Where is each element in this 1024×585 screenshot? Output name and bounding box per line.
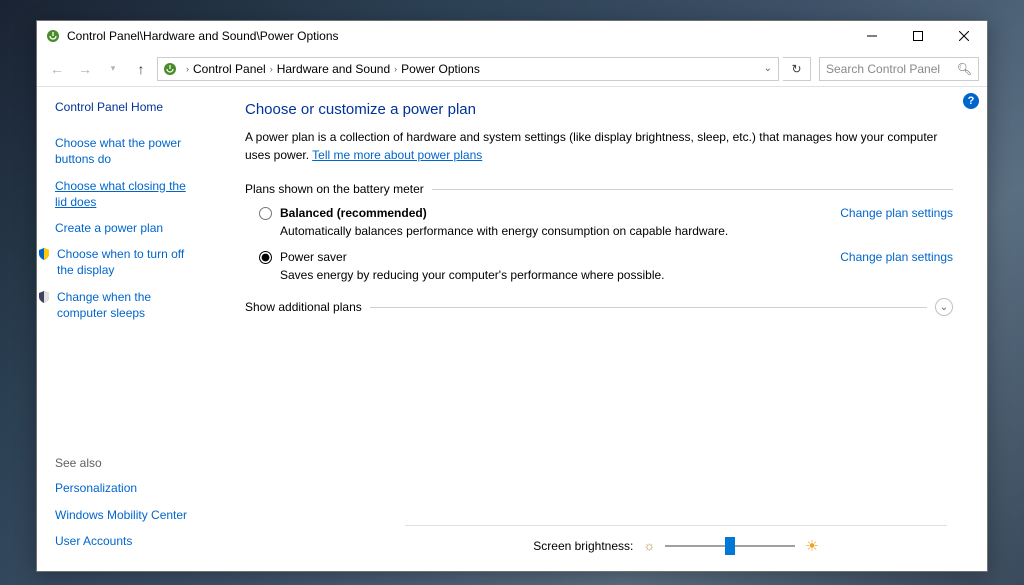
crumb-power-options[interactable]: Power Options [401, 62, 480, 76]
search-input[interactable]: Search Control Panel 🔍︎ [819, 57, 979, 81]
control-panel-window: Control Panel\Hardware and Sound\Power O… [36, 20, 988, 572]
plan-balanced-desc: Automatically balances performance with … [280, 224, 953, 238]
maximize-button[interactable] [895, 21, 941, 51]
shield-icon [37, 290, 51, 304]
sidebar-power-buttons-link[interactable]: Choose what the power buttons do [55, 135, 197, 167]
main-content: Choose or customize a power plan A power… [205, 87, 987, 571]
power-options-icon [45, 28, 61, 44]
divider [432, 189, 953, 190]
see-also-header: See also [55, 456, 197, 470]
brightness-label: Screen brightness: [533, 539, 633, 553]
recent-dropdown[interactable]: ▾ [101, 57, 125, 81]
tell-me-more-link[interactable]: Tell me more about power plans [312, 148, 482, 162]
see-also-section: See also Personalization Windows Mobilit… [55, 456, 197, 559]
back-button[interactable]: ← [45, 57, 69, 81]
forward-button[interactable]: → [73, 57, 97, 81]
brightness-slider[interactable] [665, 537, 795, 555]
sidebar-create-plan-link[interactable]: Create a power plan [55, 220, 197, 236]
see-also-user-accounts[interactable]: User Accounts [55, 533, 197, 549]
minimize-button[interactable] [849, 21, 895, 51]
see-also-mobility-center[interactable]: Windows Mobility Center [55, 507, 197, 523]
brightness-footer: Screen brightness: ☼ ☀ [405, 525, 947, 565]
plan-power-saver: Power saver Change plan settings Saves e… [259, 250, 953, 282]
chevron-right-icon: › [186, 64, 189, 74]
plan-power-saver-desc: Saves energy by reducing your computer's… [280, 268, 953, 282]
plans-section-header: Plans shown on the battery meter [245, 182, 953, 196]
search-placeholder: Search Control Panel [826, 62, 940, 76]
plan-balanced-radio[interactable] [259, 207, 272, 220]
refresh-button[interactable]: ↻ [783, 57, 811, 81]
window-controls [849, 21, 987, 51]
nav-toolbar: ← → ▾ ↑ › Control Panel › Hardware and S… [37, 51, 987, 87]
address-dropdown[interactable]: ⌄ [764, 63, 772, 74]
intro-text: A power plan is a collection of hardware… [245, 128, 953, 164]
sidebar: Control Panel Home Choose what the power… [37, 87, 205, 571]
sidebar-item-label: Change when the computer sleeps [57, 289, 197, 321]
plan-balanced: Balanced (recommended) Change plan setti… [259, 206, 953, 238]
page-heading: Choose or customize a power plan [245, 101, 953, 118]
crumb-hardware-sound[interactable]: Hardware and Sound [277, 62, 390, 76]
sidebar-computer-sleeps-link[interactable]: Change when the computer sleeps [37, 289, 197, 321]
address-bar[interactable]: › Control Panel › Hardware and Sound › P… [157, 57, 779, 81]
plan-balanced-name: Balanced (recommended) [280, 206, 427, 220]
sun-dim-icon: ☼ [643, 538, 655, 553]
chevron-right-icon: › [394, 64, 397, 74]
plan-power-saver-change-link[interactable]: Change plan settings [840, 250, 953, 264]
titlebar: Control Panel\Hardware and Sound\Power O… [37, 21, 987, 51]
additional-plans-label: Show additional plans [245, 300, 362, 314]
sidebar-turn-off-display-link[interactable]: Choose when to turn off the display [37, 246, 197, 278]
divider [370, 307, 927, 308]
window-body: ? Control Panel Home Choose what the pow… [37, 87, 987, 571]
additional-plans-expander[interactable]: Show additional plans ⌄ [245, 298, 953, 316]
plans-header-label: Plans shown on the battery meter [245, 182, 424, 196]
plan-power-saver-name: Power saver [280, 250, 347, 264]
chevron-right-icon: › [270, 64, 273, 74]
plan-balanced-change-link[interactable]: Change plan settings [840, 206, 953, 220]
up-button[interactable]: ↑ [129, 57, 153, 81]
close-button[interactable] [941, 21, 987, 51]
shield-icon [37, 247, 51, 261]
plan-power-saver-radio[interactable] [259, 251, 272, 264]
see-also-personalization[interactable]: Personalization [55, 480, 197, 496]
sun-bright-icon: ☀ [805, 537, 818, 555]
control-panel-home-link[interactable]: Control Panel Home [55, 99, 197, 115]
sidebar-item-label: Choose when to turn off the display [57, 246, 197, 278]
chevron-down-icon: ⌄ [935, 298, 953, 316]
sidebar-closing-lid-link[interactable]: Choose what closing the lid does [55, 178, 197, 210]
slider-thumb[interactable] [725, 537, 735, 555]
window-title: Control Panel\Hardware and Sound\Power O… [67, 29, 849, 43]
crumb-control-panel[interactable]: Control Panel [193, 62, 266, 76]
power-options-icon [162, 61, 178, 77]
search-icon: 🔍︎ [957, 62, 972, 76]
